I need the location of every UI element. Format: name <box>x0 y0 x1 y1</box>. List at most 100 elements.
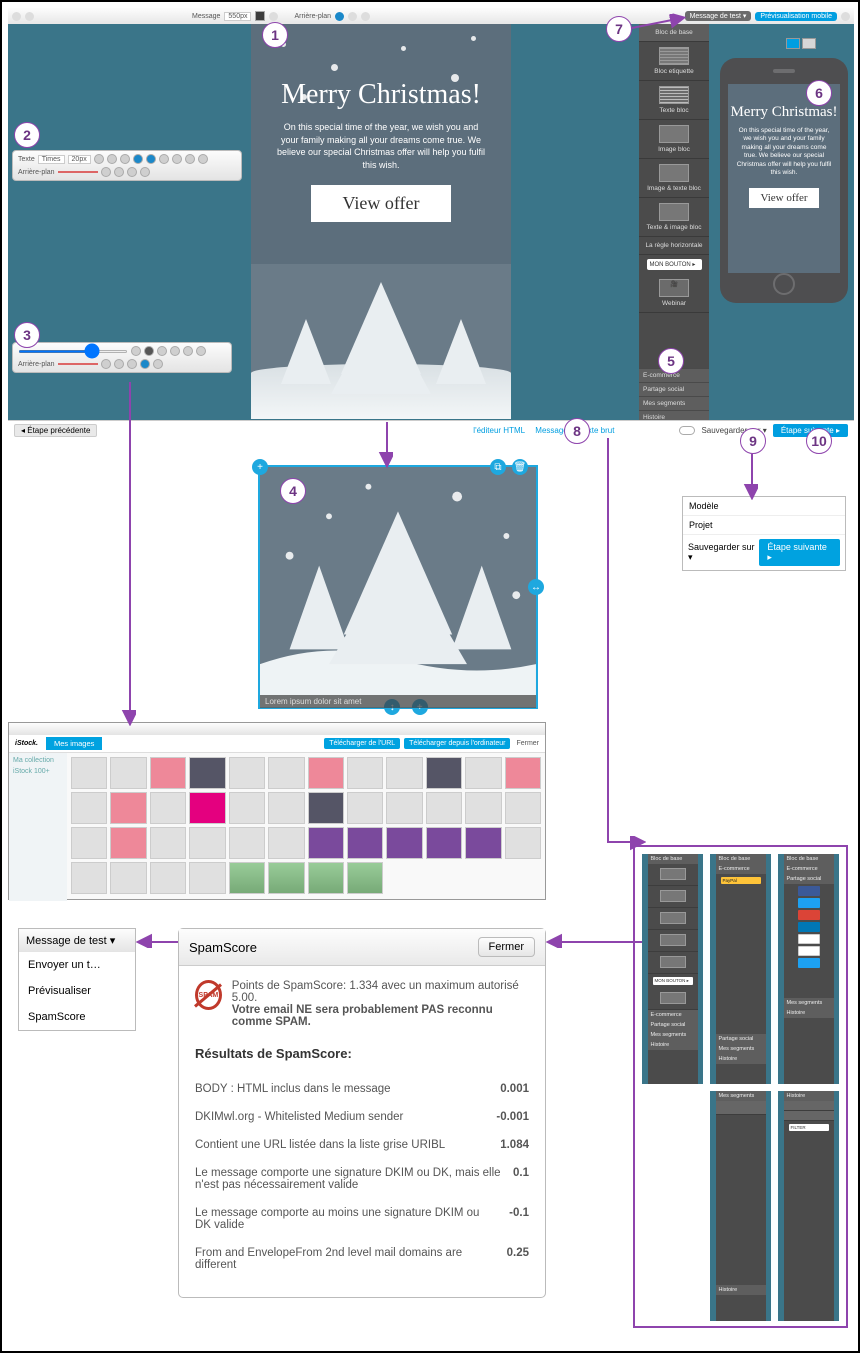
save-row-projet[interactable]: Projet <box>683 516 845 535</box>
block-item-img-text[interactable]: Image & texte bloc <box>639 159 709 198</box>
text-format-toolbar[interactable]: Texte Times 20px Arrière-plan <box>12 150 242 181</box>
spam-title: SpamScore <box>189 940 257 955</box>
email-canvas[interactable]: Merry Christmas! On this special time of… <box>251 24 511 419</box>
width-value[interactable]: 550px <box>224 12 251 21</box>
landscape-icon[interactable] <box>802 38 816 49</box>
blocks-footer-segments[interactable]: Mes segments <box>639 396 709 410</box>
thumbnail-grid <box>67 753 545 901</box>
side-link-istock[interactable]: iStock 100+ <box>13 768 63 775</box>
image-icon <box>659 125 689 143</box>
callout-5: 5 <box>658 348 684 374</box>
tw-share-icon[interactable] <box>798 898 820 908</box>
spam-close-button[interactable]: Fermer <box>478 937 535 957</box>
bg-circle-icon[interactable] <box>335 12 344 21</box>
close-browser-link[interactable]: Fermer <box>516 740 539 747</box>
callout-9: 9 <box>740 428 766 454</box>
bg-line-icon[interactable] <box>58 171 98 173</box>
hero-image[interactable] <box>251 264 511 419</box>
upload-url-button[interactable]: Télécharger de l'URL <box>324 738 400 749</box>
delete-icon[interactable] <box>144 346 154 356</box>
callout-1: 1 <box>262 22 288 48</box>
resize-right-icon[interactable]: ↔ <box>528 579 544 595</box>
browser-sidebar: Ma collection iStock 100+ <box>9 753 67 901</box>
history-fwd-icon[interactable] <box>25 12 34 21</box>
spam-intro-2: Votre email NE sera probablement PAS rec… <box>232 1004 529 1028</box>
upload-file-button[interactable]: Télécharger depuis l'ordinateur <box>404 738 510 749</box>
cta-button[interactable]: View offer <box>311 185 451 222</box>
prev-step-button[interactable]: ◂ Étape précédente <box>14 424 97 437</box>
fb-share-icon[interactable] <box>798 886 820 896</box>
add-handle-icon[interactable]: + <box>252 459 268 475</box>
block-item-image[interactable]: Image bloc <box>639 120 709 159</box>
panel-segments: Mes segments Histoire <box>710 1091 771 1321</box>
callout-7: 7 <box>606 16 632 42</box>
in-share-icon[interactable] <box>798 922 820 932</box>
block-item-rule[interactable]: La règle horizontale <box>639 237 709 255</box>
image-caption[interactable]: Lorem ipsum dolor sit amet <box>260 695 536 708</box>
dd-item-send[interactable]: Envoyer un t… <box>19 952 135 978</box>
side-link-collection[interactable]: Ma collection <box>13 757 63 764</box>
callout-2: 2 <box>14 122 40 148</box>
bg-circle-icon-3[interactable] <box>361 12 370 21</box>
block-item-text-img[interactable]: Texte & image bloc <box>639 198 709 237</box>
no-spam-icon: SPAM <box>195 980 222 1010</box>
image-browser: iStock. Mes images Télécharger de l'URL … <box>8 722 546 900</box>
my-images-tab[interactable]: Mes images <box>46 737 102 750</box>
toolbar-label-bg: Arrière-plan <box>294 13 331 20</box>
power-icon[interactable] <box>841 12 850 21</box>
spam-intro-1: Points de SpamScore: 1.334 avec un maxim… <box>232 980 529 1004</box>
phone-orientation-toggle[interactable] <box>786 38 816 49</box>
editor-toolbar: Message 550px Arrière-plan Message de te… <box>8 8 854 24</box>
copy-handle-icon[interactable]: ⧉ <box>490 459 506 475</box>
save-dropdown-panel: Modèle Projet Sauvegarder sur ▾ Étape su… <box>682 496 846 571</box>
bg-circle-icon-2[interactable] <box>348 12 357 21</box>
save-footer-save[interactable]: Sauvegarder sur ▾ <box>688 542 759 563</box>
editor-bottom-bar: ◂ Étape précédente l'éditeur HTML Messag… <box>8 420 854 440</box>
phone-cta: View offer <box>749 188 819 208</box>
webinar-icon: 🎥 <box>659 279 689 297</box>
panel-history: Histoire FILTER <box>778 1091 839 1321</box>
mobile-preview-button[interactable]: Prévisualisation mobile <box>755 12 837 21</box>
toggle-icon[interactable] <box>679 426 695 435</box>
toolbar-dot-icon[interactable] <box>269 12 278 21</box>
callout-10: 10 <box>806 428 832 454</box>
callout-3: 3 <box>14 322 40 348</box>
dd-header[interactable]: Message de test ▾ <box>19 929 135 952</box>
thumb[interactable] <box>71 757 107 789</box>
blocks-footer-social[interactable]: Partage social <box>639 382 709 396</box>
html-editor-link[interactable]: l'éditeur HTML <box>473 426 525 435</box>
toolbar-label-message: Message <box>192 13 220 20</box>
bgcolor-swatch[interactable] <box>255 11 265 21</box>
email-editor: Message 550px Arrière-plan Message de te… <box>8 8 854 440</box>
g-share-icon[interactable] <box>798 910 820 920</box>
portrait-icon[interactable] <box>786 38 800 49</box>
panel-ecommerce: Bloc de base E-commerce PayPal Partage s… <box>710 854 771 1084</box>
save-footer-next[interactable]: Étape suivante ▸ <box>759 539 840 566</box>
canvas-body[interactable]: On this special time of the year, we wis… <box>251 111 511 185</box>
phone-body: On this special time of the year, we wis… <box>728 121 840 184</box>
history-back-icon[interactable] <box>12 12 21 21</box>
callout-8: 8 <box>564 418 590 444</box>
block-item-etiquette[interactable]: Bloc etiquette <box>639 42 709 81</box>
image-format-toolbar[interactable]: Arrière-plan <box>12 342 232 373</box>
dd-item-preview[interactable]: Prévisualiser <box>19 978 135 1004</box>
callout-4: 4 <box>280 478 306 504</box>
panel-social: Bloc de base E-commerce Partage social M… <box>778 854 839 1084</box>
dd-item-spamscore[interactable]: SpamScore <box>19 1004 135 1030</box>
panel-bloc-de-base: Bloc de base MON BOUTON ▸ E-commerce Par… <box>642 854 703 1084</box>
spam-results-title: Résultats de SpamScore: <box>195 1046 529 1061</box>
block-item-webinar[interactable]: 🎥Webinar <box>639 274 709 313</box>
spamscore-panel: SpamScore Fermer SPAM Points de SpamScor… <box>178 928 546 1298</box>
align-icon[interactable] <box>94 154 104 164</box>
block-item-texte[interactable]: Texte bloc <box>639 81 709 120</box>
phone-screen: Merry Christmas! On this special time of… <box>728 84 840 273</box>
callout-6: 6 <box>806 80 832 106</box>
sidebar-panels-overview: Bloc de base MON BOUTON ▸ E-commerce Par… <box>633 845 848 1328</box>
size-slider[interactable] <box>18 350 128 353</box>
delete-handle-icon[interactable]: 🗑 <box>512 459 528 475</box>
save-row-modele[interactable]: Modèle <box>683 497 845 516</box>
mon-bouton-button[interactable]: MON BOUTON ▸ <box>647 259 702 270</box>
canvas-title[interactable]: Merry Christmas! <box>251 79 511 111</box>
istock-logo: iStock. <box>15 740 38 747</box>
test-message-button[interactable]: Message de test ▾ <box>685 11 752 21</box>
